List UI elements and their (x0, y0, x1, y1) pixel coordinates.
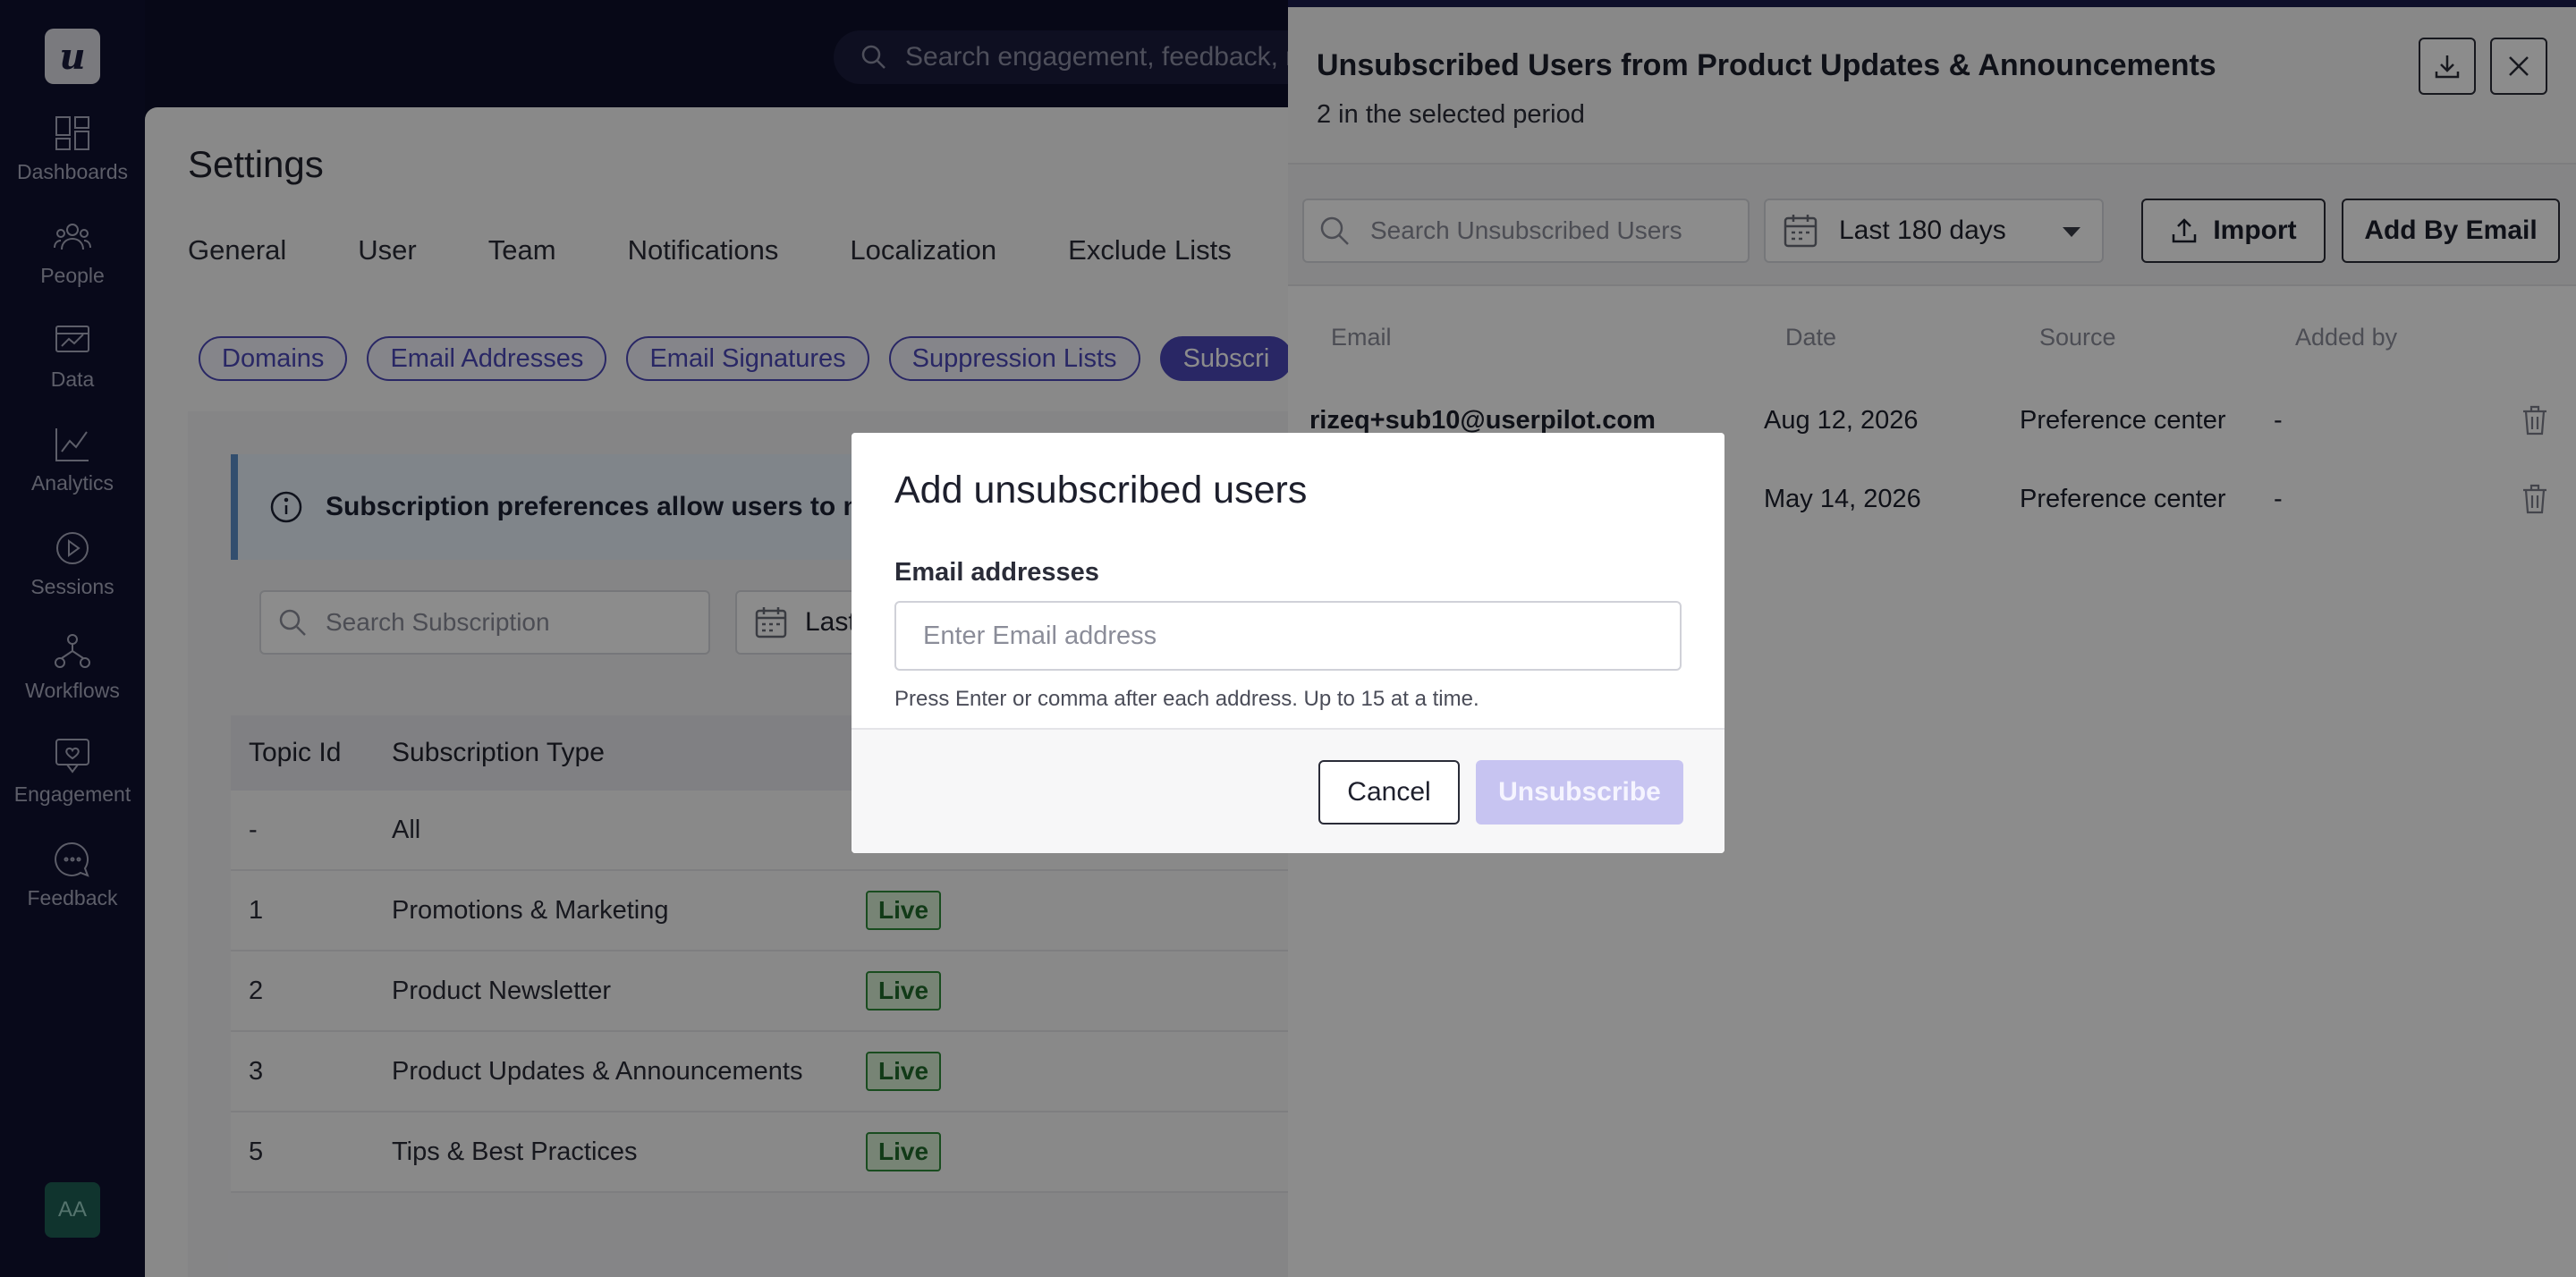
unsubscribe-button[interactable]: Unsubscribe (1476, 760, 1683, 825)
email-address-input[interactable] (894, 601, 1682, 671)
add-unsubscribed-users-modal: Add unsubscribed users Email addresses P… (852, 433, 1724, 853)
email-addresses-label: Email addresses (894, 558, 1099, 587)
email-help-text: Press Enter or comma after each address.… (894, 687, 1479, 711)
modal-title: Add unsubscribed users (894, 469, 1308, 512)
modal-footer: Cancel Unsubscribe (852, 728, 1724, 853)
cancel-button[interactable]: Cancel (1318, 760, 1460, 825)
